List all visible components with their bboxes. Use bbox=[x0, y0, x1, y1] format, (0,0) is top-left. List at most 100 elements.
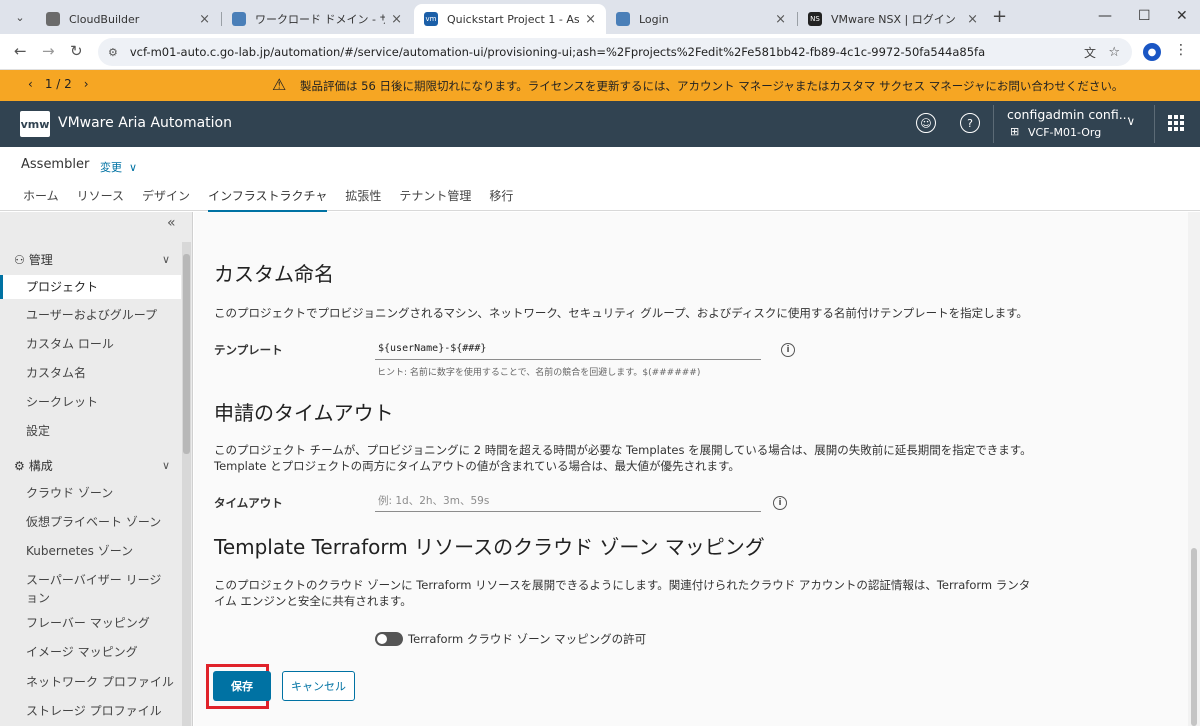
section-title-terraform-mapping: Template Terraform リソースのクラウド ゾーン マッピング bbox=[214, 535, 765, 559]
browser-tab-vmware-nsx[interactable]: NS VMware NSX | ログイン × bbox=[798, 4, 988, 34]
tab-home[interactable]: ホーム bbox=[14, 187, 68, 212]
sidebar-item-settings[interactable]: 設定 bbox=[0, 422, 181, 440]
browser-toolbar: ← → ↻ ⚙ vcf-m01-auto.c.go-lab.jp/automat… bbox=[0, 34, 1200, 70]
template-hint: ヒント: 名前に数字を使用することで、名前の競合を回避します。$(######) bbox=[377, 368, 701, 378]
warning-triangle-icon: ⚠ bbox=[272, 75, 287, 94]
terraform-description-line1: このプロジェクトのクラウド ゾーンに Terraform リソースを展開できるよ… bbox=[214, 578, 1031, 592]
cancel-button[interactable]: キャンセル bbox=[282, 671, 355, 701]
nsx-favicon-icon: NS bbox=[808, 12, 822, 26]
org-icon: ⊞ bbox=[1010, 125, 1020, 138]
sidebar-scrollbar[interactable] bbox=[182, 242, 191, 726]
sidebar-item-flavor-mappings[interactable]: フレーバー マッピング bbox=[0, 614, 181, 632]
feedback-smiley-icon[interactable]: ☺ bbox=[916, 113, 936, 133]
close-tab-icon[interactable]: × bbox=[585, 12, 596, 27]
timeout-info-icon[interactable]: i bbox=[773, 496, 787, 510]
service-nav-tabs: ホーム リソース デザイン インフラストラクチャ 拡張性 テナント管理 移行 bbox=[14, 187, 522, 213]
template-input[interactable] bbox=[375, 338, 761, 360]
new-tab-icon[interactable]: + bbox=[992, 6, 1007, 27]
sidebar-item-custom-roles[interactable]: カスタム ロール bbox=[0, 335, 181, 353]
timeout-field-label: タイムアウト bbox=[214, 496, 283, 510]
help-icon[interactable]: ? bbox=[960, 113, 980, 133]
terraform-description-line2: イム エンジンと安全に共有されます。 bbox=[214, 594, 412, 608]
service-subheader: Assembler 変更 ∨ ホーム リソース デザイン インフラストラクチャ … bbox=[0, 147, 1200, 213]
address-bar[interactable]: ⚙ vcf-m01-auto.c.go-lab.jp/automation/#/… bbox=[98, 38, 1132, 66]
terraform-toggle-label: Terraform クラウド ゾーン マッピングの許可 bbox=[408, 632, 647, 646]
sidebar-item-secrets[interactable]: シークレット bbox=[0, 393, 181, 411]
timeout-description-line1: このプロジェクト チームが、プロビジョニングに 2 時間を超える時間が必要な T… bbox=[214, 443, 1032, 457]
browser-tab-strip: ⌄ CloudBuilder × ワークロード ドメイン - サマリ × vm … bbox=[0, 0, 1200, 34]
tab-resources[interactable]: リソース bbox=[68, 187, 133, 212]
tab-design[interactable]: デザイン bbox=[133, 187, 199, 212]
reload-icon[interactable]: ↻ bbox=[70, 42, 83, 60]
cloud-favicon-icon bbox=[232, 12, 246, 26]
pager-next-icon[interactable]: › bbox=[84, 77, 89, 91]
banner-pager: ‹ 1 / 2 › bbox=[28, 77, 89, 91]
site-settings-icon[interactable]: ⚙ bbox=[108, 46, 118, 59]
banner-message: 製品評価は 56 日後に期限切れになります。ライセンスを更新するには、アカウント… bbox=[300, 79, 1124, 93]
back-arrow-icon[interactable]: ← bbox=[14, 42, 27, 60]
pager-prev-icon[interactable]: ‹ bbox=[28, 77, 33, 91]
template-info-icon[interactable]: i bbox=[781, 343, 795, 357]
profile-avatar-icon[interactable]: ● bbox=[1143, 43, 1161, 61]
custom-naming-description: このプロジェクトでプロビジョニングされるマシン、ネットワーク、セキュリティ グル… bbox=[214, 306, 1028, 320]
service-name: Assembler bbox=[21, 157, 90, 172]
tab-infrastructure[interactable]: インフラストラクチャ bbox=[199, 187, 336, 213]
user-org: VCF-M01-Org bbox=[1028, 126, 1102, 139]
timeout-description-line2: Template とプロジェクトの両方にタイムアウトの値が含まれている場合は、最… bbox=[214, 459, 740, 473]
section-title-custom-naming: カスタム命名 bbox=[214, 262, 334, 286]
sidebar-item-kubernetes-zones[interactable]: Kubernetes ゾーン bbox=[0, 542, 181, 560]
close-tab-icon[interactable]: × bbox=[391, 12, 402, 27]
tab-migration[interactable]: 移行 bbox=[480, 187, 522, 212]
sidebar-item-users-groups[interactable]: ユーザーおよびグループ bbox=[0, 306, 181, 324]
browser-tab-cloudbuilder[interactable]: CloudBuilder × bbox=[36, 4, 220, 34]
section-title-request-timeout: 申請のタイムアウト bbox=[214, 401, 394, 425]
chevron-down-icon[interactable]: ∨ bbox=[162, 253, 170, 266]
sidebar-item-cloud-zones[interactable]: クラウド ゾーン bbox=[0, 484, 181, 502]
user-menu-chevron-icon[interactable]: ∨ bbox=[1127, 115, 1135, 128]
sidebar-item-supervisor-regions[interactable]: スーパーバイザー リージョン bbox=[0, 571, 170, 607]
browser-menu-icon[interactable]: ⋮ bbox=[1174, 42, 1188, 58]
vmw-logo[interactable]: vmw bbox=[20, 111, 50, 137]
main-scrollbar[interactable] bbox=[1188, 212, 1200, 726]
chevron-down-icon[interactable]: ∨ bbox=[126, 161, 137, 174]
sidebar-item-projects[interactable]: プロジェクト bbox=[0, 275, 181, 299]
template-field-label: テンプレート bbox=[214, 343, 283, 357]
chevron-down-icon[interactable]: ∨ bbox=[162, 459, 170, 472]
forward-arrow-icon[interactable]: → bbox=[42, 42, 55, 60]
sidebar: « ⚇ 管理 ∨ プロジェクト ユーザーおよびグループ カスタム ロール カスタ… bbox=[0, 212, 193, 726]
close-tab-icon[interactable]: × bbox=[775, 12, 786, 27]
tab-search-chevron-icon[interactable]: ⌄ bbox=[8, 6, 32, 28]
sidebar-item-custom-names[interactable]: カスタム名 bbox=[0, 364, 181, 382]
collapse-sidebar-icon[interactable]: « bbox=[167, 215, 176, 231]
service-change-link[interactable]: 変更 ∨ bbox=[100, 159, 137, 175]
gear-icon: ⚙ bbox=[14, 458, 25, 473]
browser-tab-login[interactable]: Login × bbox=[606, 4, 796, 34]
sidebar-group-management[interactable]: ⚇ 管理 ∨ bbox=[14, 251, 170, 268]
sidebar-item-network-profiles[interactable]: ネットワーク プロファイル bbox=[0, 673, 181, 691]
close-tab-icon[interactable]: × bbox=[967, 12, 978, 27]
translate-icon[interactable]: 文 bbox=[1084, 44, 1096, 61]
vmw-favicon-icon: vm bbox=[424, 12, 438, 26]
maximize-icon[interactable]: ☐ bbox=[1138, 8, 1151, 24]
tab-extensibility[interactable]: 拡張性 bbox=[336, 187, 390, 212]
sidebar-group-configuration[interactable]: ⚙ 構成 ∨ bbox=[14, 457, 170, 474]
browser-tab-workload-domain[interactable]: ワークロード ドメイン - サマリ × bbox=[222, 4, 412, 34]
tab-tenant-management[interactable]: テナント管理 bbox=[390, 187, 480, 212]
app-switcher-grid-icon[interactable] bbox=[1168, 115, 1184, 131]
sidebar-item-virtual-private-zones[interactable]: 仮想プライベート ゾーン bbox=[0, 513, 181, 531]
browser-tab-quickstart-project[interactable]: vm Quickstart Project 1 - Assemble × bbox=[414, 4, 606, 34]
timeout-input[interactable] bbox=[375, 490, 761, 512]
sidebar-item-storage-profiles[interactable]: ストレージ プロファイル bbox=[0, 702, 181, 720]
license-warning-banner: ‹ 1 / 2 › ⚠ 製品評価は 56 日後に期限切れになります。ライセンスを… bbox=[0, 70, 1200, 101]
user-name[interactable]: configadmin confi... bbox=[1007, 107, 1131, 122]
sidebar-item-image-mappings[interactable]: イメージ マッピング bbox=[0, 643, 181, 661]
cloudbuilder-favicon-icon bbox=[46, 12, 60, 26]
window-close-icon[interactable]: ✕ bbox=[1176, 8, 1188, 24]
users-icon: ⚇ bbox=[14, 252, 25, 267]
save-button[interactable]: 保存 bbox=[213, 671, 271, 701]
terraform-mapping-toggle[interactable] bbox=[375, 632, 403, 646]
minimize-icon[interactable]: — bbox=[1098, 8, 1112, 24]
main-content: カスタム命名 このプロジェクトでプロビジョニングされるマシン、ネットワーク、セキ… bbox=[194, 212, 1200, 726]
bookmark-star-icon[interactable]: ☆ bbox=[1108, 45, 1120, 60]
close-tab-icon[interactable]: × bbox=[199, 12, 210, 27]
